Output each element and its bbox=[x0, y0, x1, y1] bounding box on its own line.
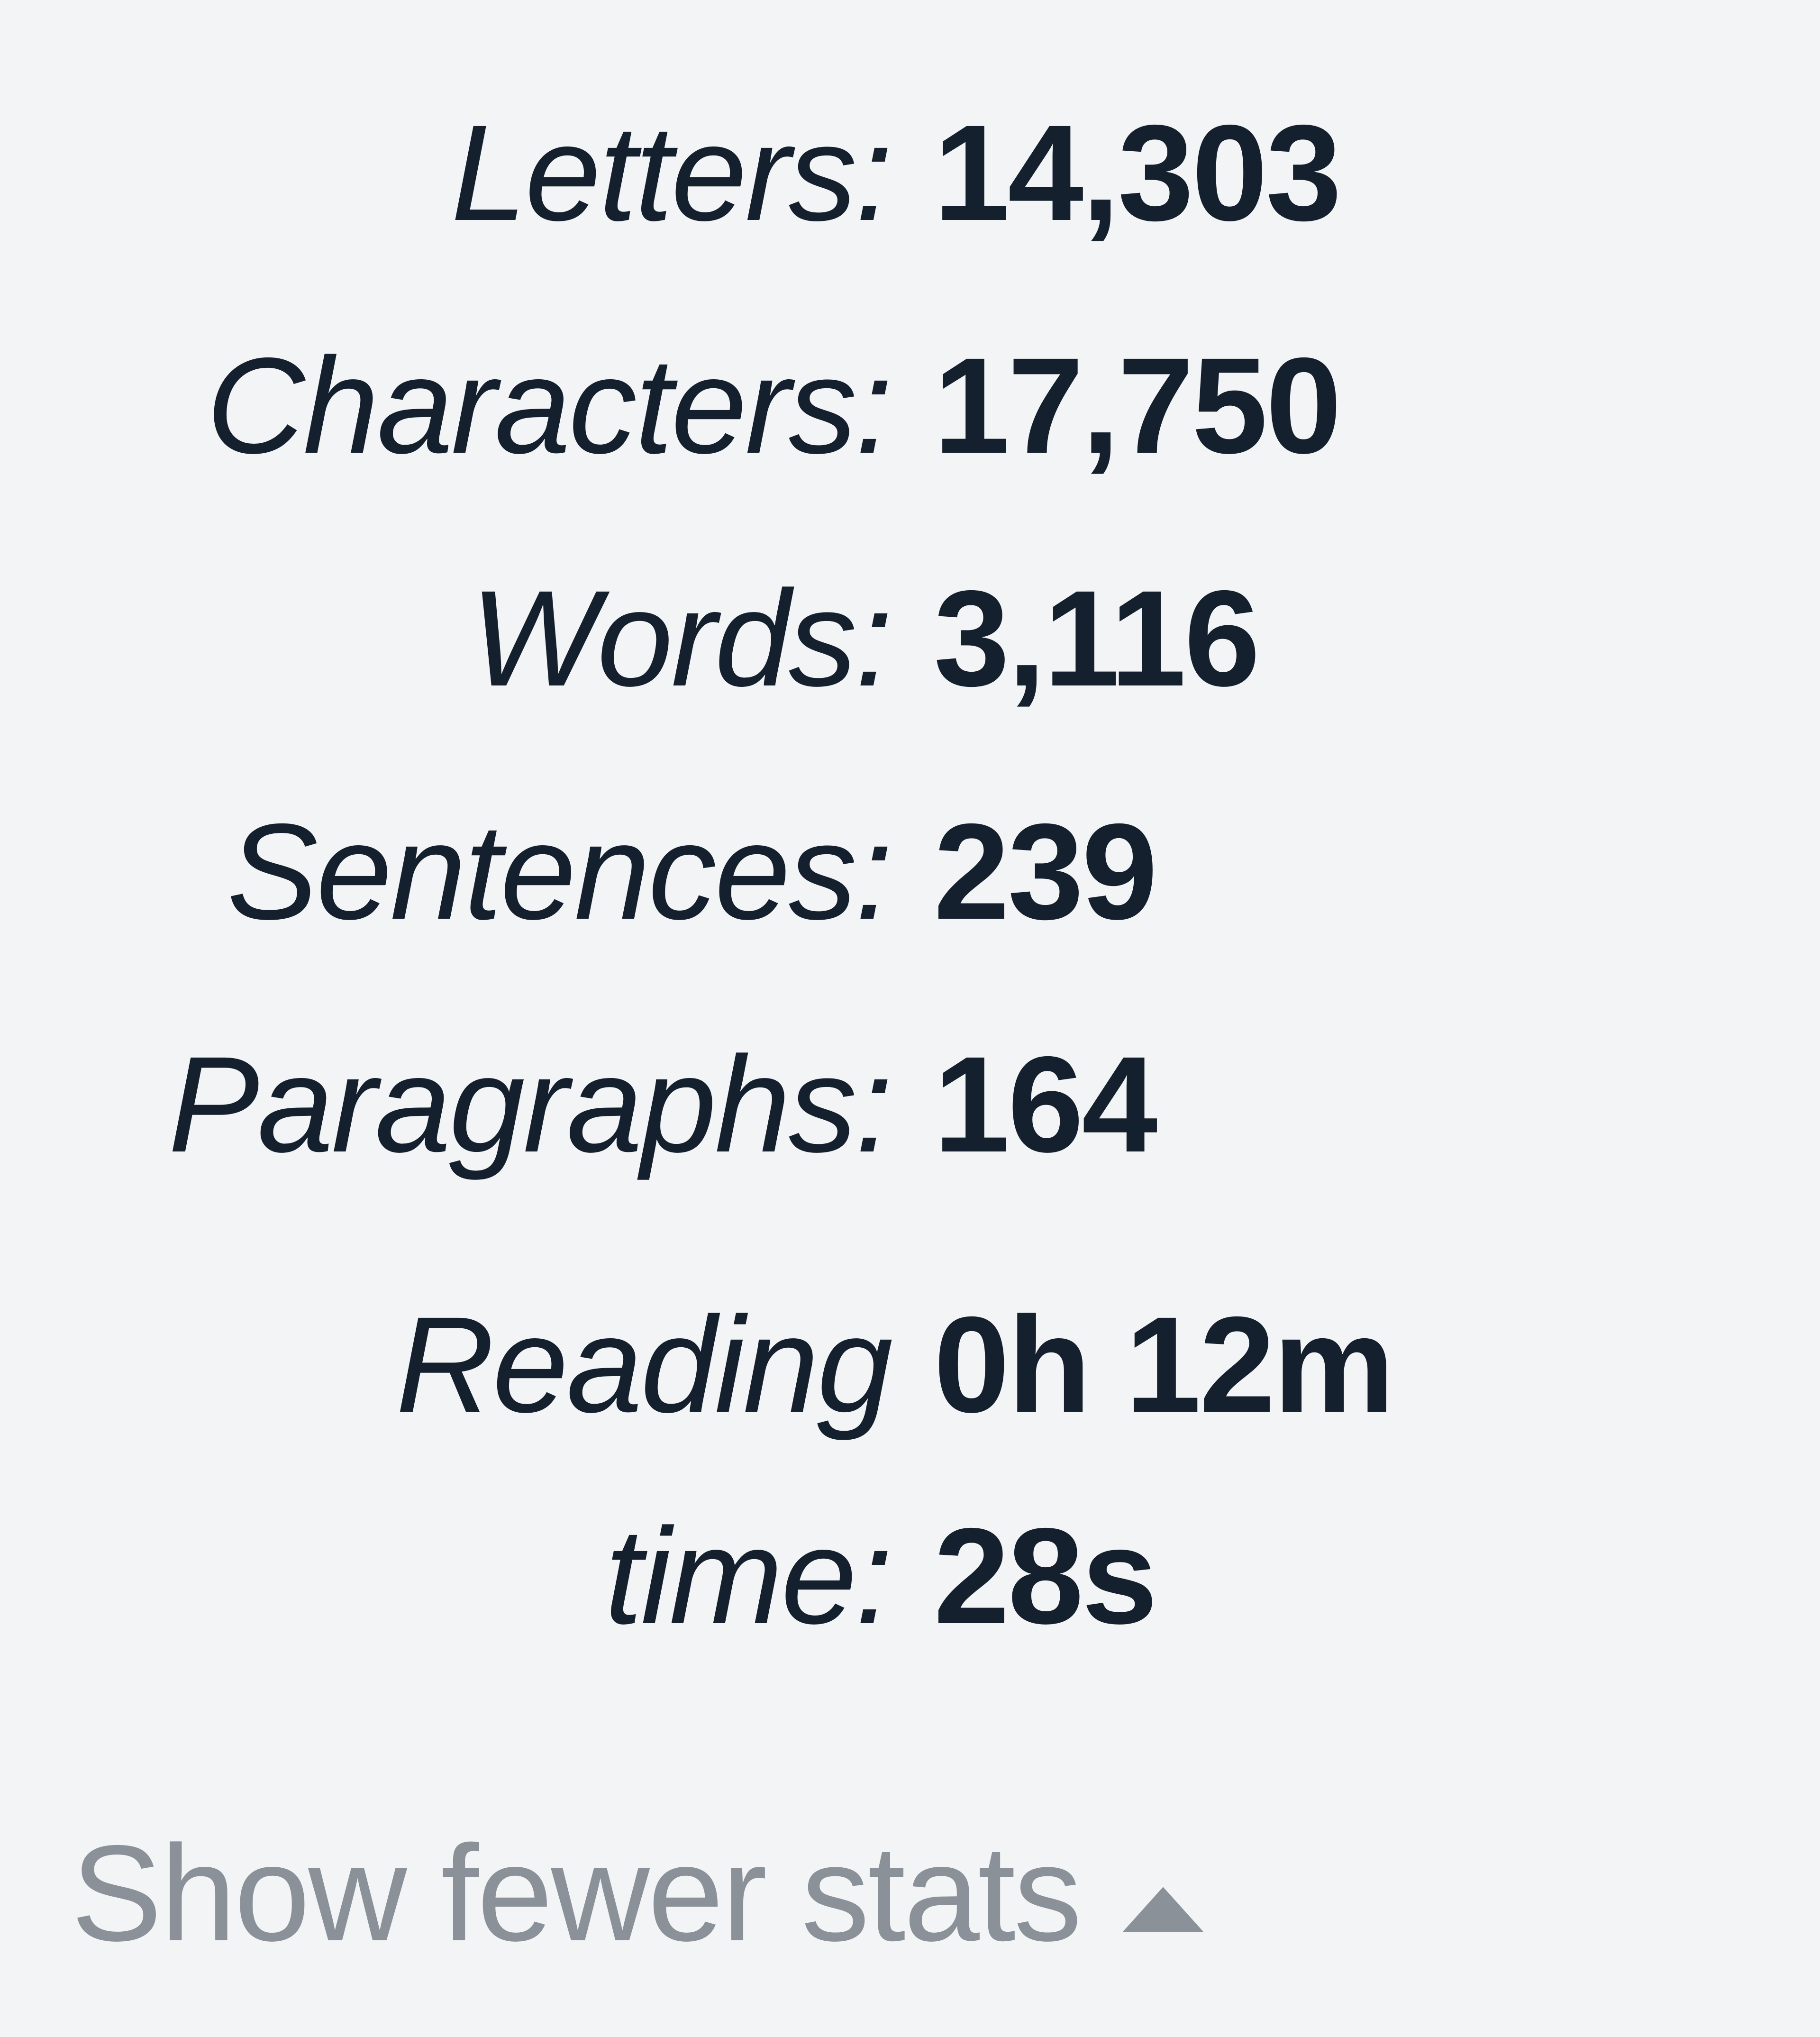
stat-row-words: Words: 3,116 bbox=[71, 560, 1749, 717]
stat-label-paragraphs: Paragraphs: bbox=[71, 1026, 934, 1183]
stat-value-characters: 17,750 bbox=[934, 328, 1340, 484]
stats-panel: Letters: 14,303 Characters: 17,750 Words… bbox=[71, 95, 1749, 1986]
stat-value-paragraphs: 164 bbox=[934, 1026, 1156, 1183]
reading-time-value-line2: 28s bbox=[934, 1471, 1393, 1682]
stat-value-sentences: 239 bbox=[934, 794, 1156, 950]
stat-value-letters: 14,303 bbox=[934, 95, 1340, 252]
stat-value-words: 3,116 bbox=[934, 560, 1258, 717]
stat-label-characters: Characters: bbox=[71, 328, 934, 484]
show-fewer-stats-toggle[interactable]: Show fewer stats bbox=[71, 1815, 1749, 1986]
stats-table: Letters: 14,303 Characters: 17,750 Words… bbox=[71, 95, 1749, 1682]
stat-row-sentences: Sentences: 239 bbox=[71, 794, 1749, 950]
stat-label-sentences: Sentences: bbox=[71, 794, 934, 950]
chevron-up-icon bbox=[1118, 1815, 1208, 1972]
reading-time-value-line1: 0h 12m bbox=[934, 1259, 1393, 1471]
stat-label-words: Words: bbox=[71, 560, 934, 717]
stat-row-characters: Characters: 17,750 bbox=[71, 328, 1749, 484]
stat-value-reading-time: 0h 12m 28s bbox=[934, 1259, 1393, 1682]
toggle-label: Show fewer stats bbox=[71, 1815, 1080, 1972]
stat-label-letters: Letters: bbox=[71, 95, 934, 252]
stat-row-reading-time: Reading time: 0h 12m 28s bbox=[71, 1259, 1749, 1682]
reading-time-label-line2: time: bbox=[605, 1500, 891, 1653]
stat-row-paragraphs: Paragraphs: 164 bbox=[71, 1026, 1749, 1183]
reading-time-label-line1: Reading bbox=[396, 1288, 891, 1441]
stat-label-reading-time: Reading time: bbox=[71, 1259, 934, 1682]
stat-row-letters: Letters: 14,303 bbox=[71, 95, 1749, 252]
